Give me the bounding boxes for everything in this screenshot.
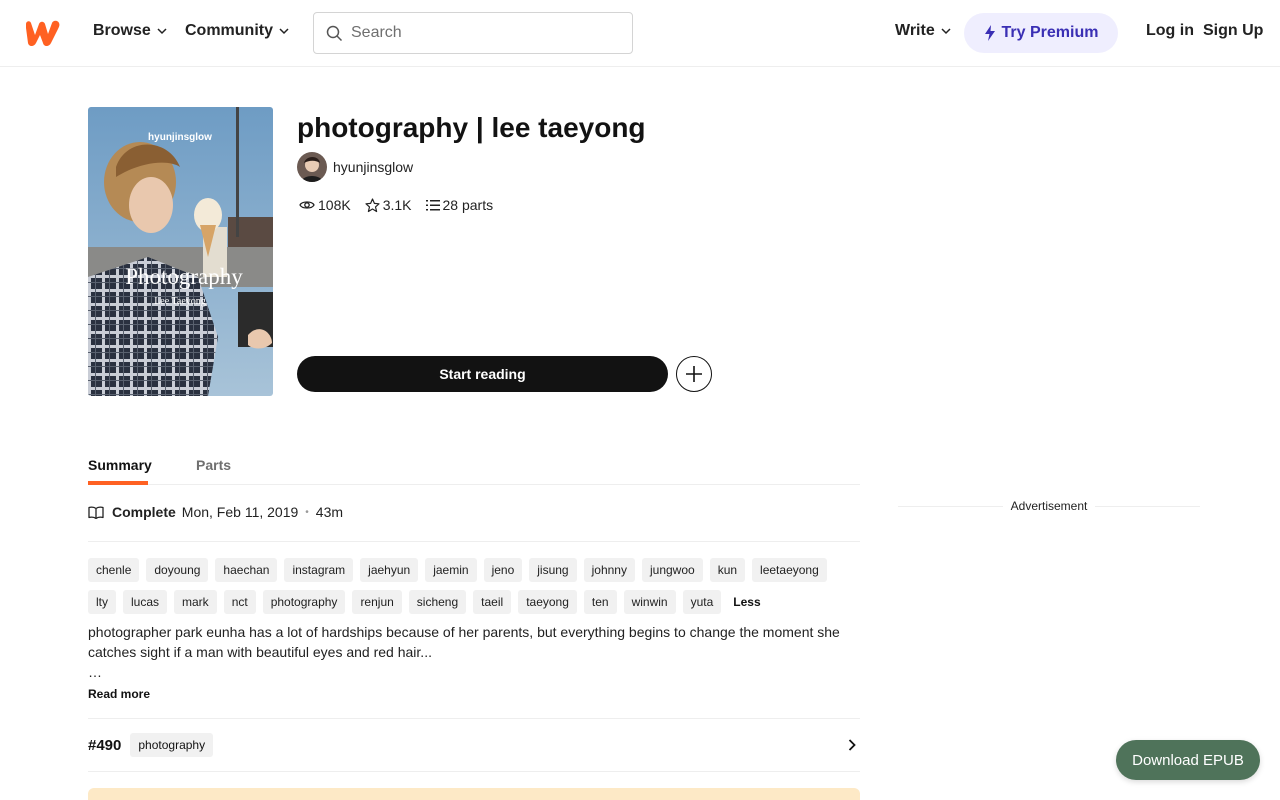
show-less-tags-button[interactable]: Less (728, 590, 760, 614)
description-ellipsis: … (88, 664, 102, 680)
tag-chip[interactable]: instagram (284, 558, 354, 582)
parts-count: 28 parts (442, 197, 494, 213)
tag-chip[interactable]: jeno (483, 558, 523, 582)
tag-chip[interactable]: ten (583, 590, 617, 614)
section-divider (88, 771, 860, 772)
chevron-down-icon (279, 28, 289, 35)
browse-menu[interactable]: Browse (93, 22, 167, 40)
tag-chip[interactable]: mark (174, 590, 217, 614)
login-link[interactable]: Log in (1146, 22, 1194, 40)
story-stats: 108K 3.1K 28 parts (299, 197, 493, 213)
ad-divider-left (898, 505, 1003, 507)
ad-divider-right (1095, 505, 1201, 507)
cover-author-text: hyunjinsglow (148, 132, 212, 143)
rank-value: #490 (88, 736, 122, 754)
completion-status: Complete (112, 504, 176, 520)
tag-chip[interactable]: johnny (583, 558, 635, 582)
author-link[interactable]: hyunjinsglow (297, 152, 413, 182)
cover-title-text: Photography (125, 264, 243, 289)
reads-count: 108K (318, 197, 351, 213)
tag-chip[interactable]: jungwoo (641, 558, 703, 582)
tag-chip[interactable]: photography (262, 590, 346, 614)
cover-illustration: hyunjinsglow Photography Lee Taeyong (88, 107, 273, 396)
votes-count: 3.1K (382, 197, 412, 213)
plus-icon (686, 366, 702, 382)
reading-time: 43m (315, 504, 344, 520)
tag-chip[interactable]: winwin (623, 590, 676, 614)
meta-separator: • (305, 506, 309, 518)
tag-chip[interactable]: yuta (682, 590, 722, 614)
browse-label: Browse (93, 22, 151, 39)
tag-chip[interactable]: jaemin (425, 558, 477, 582)
story-title: photography | lee taeyong (297, 112, 646, 143)
tag-chip[interactable]: sicheng (408, 590, 467, 614)
votes-stat: 3.1K (365, 197, 412, 213)
search-input[interactable] (351, 24, 611, 42)
chevron-right-icon (848, 739, 856, 751)
tag-chip[interactable]: jisung (529, 558, 577, 582)
story-cover-image[interactable]: hyunjinsglow Photography Lee Taeyong (88, 107, 273, 396)
read-more-button[interactable]: Read more (88, 687, 150, 701)
story-meta: Complete Mon, Feb 11, 2019 • 43m (88, 504, 343, 520)
tag-chip[interactable]: haechan (215, 558, 278, 582)
search-box[interactable] (313, 12, 633, 54)
start-reading-button[interactable]: Start reading (297, 356, 668, 392)
tab-parts[interactable]: Parts (196, 457, 231, 473)
advertisement-slot: Advertisement (898, 499, 1201, 513)
try-premium-label: Try Premium (1001, 24, 1099, 41)
community-menu[interactable]: Community (185, 22, 289, 40)
open-book-icon (88, 506, 104, 519)
tag-chip[interactable]: renjun (352, 590, 402, 614)
tag-chip[interactable]: jaehyun (360, 558, 419, 582)
chevron-down-icon (157, 28, 167, 35)
community-label: Community (185, 22, 273, 39)
author-avatar (297, 152, 327, 182)
tab-summary[interactable]: Summary (88, 457, 152, 473)
top-navigation-bar: Browse Community Write Try Premium Log i… (0, 0, 1280, 67)
chevron-down-icon (941, 28, 951, 35)
try-premium-button[interactable]: Try Premium (964, 13, 1118, 53)
section-divider (88, 541, 860, 542)
parts-stat: 28 parts (425, 197, 494, 213)
reads-stat: 108K (299, 197, 351, 213)
promo-banner (88, 788, 860, 800)
section-divider (88, 718, 860, 719)
ranking-row[interactable]: #490 photography (88, 731, 860, 759)
tag-chip[interactable]: leetaeyong (752, 558, 827, 582)
rank-tag: photography (130, 733, 214, 757)
signup-link[interactable]: Sign Up (1203, 22, 1263, 40)
tag-chip[interactable]: lucas (123, 590, 168, 614)
star-icon (365, 197, 380, 212)
cover-subtitle-text: Lee Taeyong (154, 296, 206, 307)
author-name: hyunjinsglow (333, 159, 414, 175)
write-menu[interactable]: Write (895, 22, 951, 40)
tag-chip[interactable]: taeil (473, 590, 512, 614)
story-tabs: Summary Parts (88, 447, 860, 485)
tag-chip[interactable]: taeyong (518, 590, 577, 614)
tag-chip[interactable]: kun (709, 558, 746, 582)
tag-chip[interactable]: lty (88, 590, 116, 614)
write-label: Write (895, 22, 935, 39)
add-to-library-button[interactable] (676, 356, 712, 392)
download-epub-button[interactable]: Download EPUB (1116, 740, 1260, 780)
tag-chip[interactable]: chenle (88, 558, 140, 582)
lightning-icon (984, 25, 995, 41)
search-icon (326, 25, 343, 41)
published-date: Mon, Feb 11, 2019 (181, 504, 299, 520)
active-tab-indicator (88, 481, 148, 485)
tag-chip[interactable]: nct (223, 590, 256, 614)
list-icon (425, 199, 440, 210)
story-description: photographer park eunha has a lot of har… (88, 624, 840, 660)
wattpad-logo[interactable] (24, 19, 62, 47)
tag-chip[interactable]: doyoung (146, 558, 209, 582)
advertisement-label: Advertisement (1010, 499, 1088, 513)
tag-list: chenle doyoung haechan instagram jaehyun jaem… (88, 558, 860, 614)
eye-icon (299, 201, 315, 209)
